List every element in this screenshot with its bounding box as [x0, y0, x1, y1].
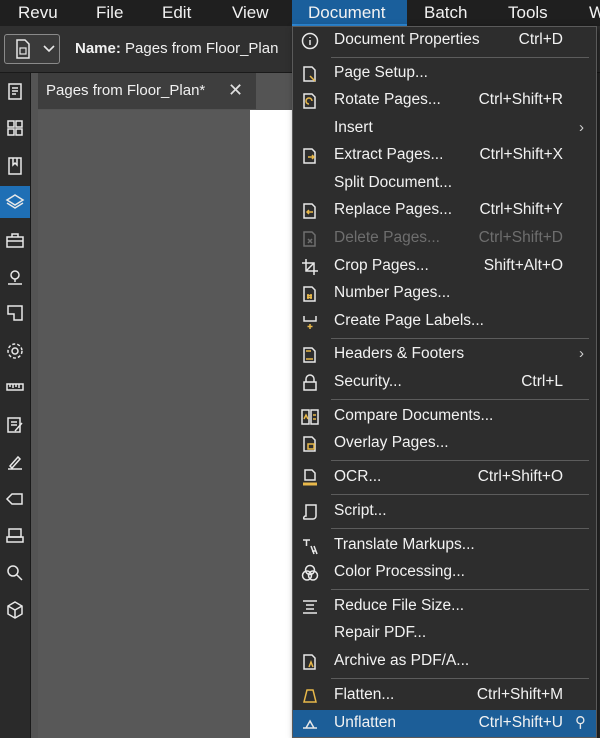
tab-document[interactable]: Pages from Floor_Plan* ✕: [38, 73, 256, 109]
menu-separator: [331, 338, 589, 339]
menu-bar: Revu File Edit View Document Batch Tools…: [0, 0, 600, 26]
menu-window[interactable]: W: [589, 0, 600, 26]
archive-icon: [299, 651, 321, 673]
rail-tags-icon[interactable]: [0, 483, 30, 515]
menu-view[interactable]: View: [232, 0, 269, 26]
flatten-icon: [299, 685, 321, 707]
document-icon: [16, 39, 30, 59]
menu-batch[interactable]: Batch: [424, 0, 467, 26]
rail-spaces-icon[interactable]: [0, 297, 30, 329]
ocr-icon: [299, 467, 321, 489]
menu-item-insert[interactable]: Insert ›: [293, 115, 596, 142]
name-label: Name:: [75, 40, 121, 57]
number-pages-icon: [299, 283, 321, 305]
delete-pages-icon: [299, 228, 321, 250]
rail-settings-icon[interactable]: [0, 335, 30, 367]
pin-icon[interactable]: ⚲: [575, 713, 586, 731]
rail-search-icon[interactable]: [0, 557, 30, 589]
tab-document-label: Pages from Floor_Plan*: [46, 82, 206, 99]
menu-separator: [331, 494, 589, 495]
menu-item-document-properties[interactable]: Document Properties Ctrl+D: [293, 27, 596, 54]
document-menu: Document Properties Ctrl+D Page Setup...…: [292, 26, 597, 738]
rotate-pages-icon: [299, 90, 321, 112]
rail-markups-list-icon[interactable]: [0, 409, 30, 441]
menu-item-security[interactable]: Security... Ctrl+L: [293, 369, 596, 396]
menu-file[interactable]: File: [96, 0, 123, 26]
rail-measure-icon[interactable]: [0, 371, 30, 403]
menu-item-replace-pages[interactable]: Replace Pages... Ctrl+Shift+Y: [293, 197, 596, 224]
menu-tools[interactable]: Tools: [508, 0, 548, 26]
rail-3d-icon[interactable]: [0, 594, 30, 626]
rail-thumbnails-icon[interactable]: [0, 112, 30, 144]
menu-item-flatten[interactable]: Flatten... Ctrl+Shift+M: [293, 682, 596, 709]
left-rail: [0, 73, 31, 738]
menu-item-rotate-pages[interactable]: Rotate Pages... Ctrl+Shift+R: [293, 87, 596, 114]
menu-item-number-pages[interactable]: Number Pages...: [293, 280, 596, 307]
rail-stamps-icon[interactable]: [0, 520, 30, 552]
menu-item-repair-pdf[interactable]: Repair PDF...: [293, 620, 596, 647]
menu-item-reduce-file-size[interactable]: Reduce File Size...: [293, 593, 596, 620]
document-name-field: Name: Pages from Floor_Plan: [75, 40, 278, 57]
document-dropdown-button[interactable]: [4, 34, 60, 64]
menu-separator: [331, 528, 589, 529]
chevron-right-icon: ›: [579, 345, 584, 362]
menu-separator: [331, 57, 589, 58]
rail-bookmarks-icon[interactable]: [0, 150, 30, 182]
headers-footers-icon: [299, 344, 321, 366]
menu-item-unflatten[interactable]: Unflatten Ctrl+Shift+U ⚲: [293, 710, 596, 737]
rail-layers-icon[interactable]: [0, 186, 30, 218]
close-icon[interactable]: ✕: [228, 80, 243, 101]
menu-document[interactable]: Document: [292, 0, 407, 26]
menu-item-headers-footers[interactable]: Headers & Footers ›: [293, 341, 596, 368]
menu-item-page-setup[interactable]: Page Setup...: [293, 60, 596, 87]
chevron-down-icon: [43, 45, 55, 53]
extract-pages-icon: [299, 145, 321, 167]
menu-item-split-document[interactable]: Split Document...: [293, 170, 596, 197]
page-setup-icon: [299, 63, 321, 85]
crop-icon: [299, 256, 321, 278]
menu-item-extract-pages[interactable]: Extract Pages... Ctrl+Shift+X: [293, 142, 596, 169]
menu-item-translate-markups[interactable]: Translate Markups...: [293, 532, 596, 559]
page-labels-icon: [299, 311, 321, 333]
menu-item-color-processing[interactable]: Color Processing...: [293, 559, 596, 586]
overlay-icon: [299, 433, 321, 455]
rail-clipboard-icon[interactable]: [0, 75, 30, 107]
menu-separator: [331, 678, 589, 679]
translate-icon: [299, 535, 321, 557]
rail-signatures-icon[interactable]: [0, 446, 30, 478]
menu-separator: [331, 460, 589, 461]
lock-icon: [299, 372, 321, 394]
rail-toolbox-icon[interactable]: [0, 224, 30, 256]
document-canvas-background: [38, 110, 250, 738]
menu-item-archive-pdfa[interactable]: Archive as PDF/A...: [293, 648, 596, 675]
menu-item-delete-pages: Delete Pages... Ctrl+Shift+D: [293, 225, 596, 252]
chevron-right-icon: ›: [579, 119, 584, 136]
replace-pages-icon: [299, 200, 321, 222]
menu-separator: [331, 399, 589, 400]
menu-item-crop-pages[interactable]: Crop Pages... Shift+Alt+O: [293, 253, 596, 280]
menu-separator: [331, 589, 589, 590]
color-processing-icon: [299, 562, 321, 584]
rail-places-icon[interactable]: [0, 261, 30, 293]
menu-item-overlay-pages[interactable]: Overlay Pages...: [293, 430, 596, 457]
info-icon: [299, 30, 321, 52]
menu-item-compare-documents[interactable]: Compare Documents...: [293, 403, 596, 430]
menu-revu[interactable]: Revu: [18, 0, 58, 26]
unflatten-icon: [299, 713, 321, 735]
script-icon: [299, 501, 321, 523]
name-value[interactable]: Pages from Floor_Plan: [125, 40, 278, 57]
menu-item-ocr[interactable]: OCR... Ctrl+Shift+O: [293, 464, 596, 491]
compare-icon: [299, 406, 321, 428]
menu-edit[interactable]: Edit: [162, 0, 191, 26]
reduce-size-icon: [299, 596, 321, 618]
menu-item-script[interactable]: Script...: [293, 498, 596, 525]
menu-item-create-page-labels[interactable]: Create Page Labels...: [293, 308, 596, 335]
